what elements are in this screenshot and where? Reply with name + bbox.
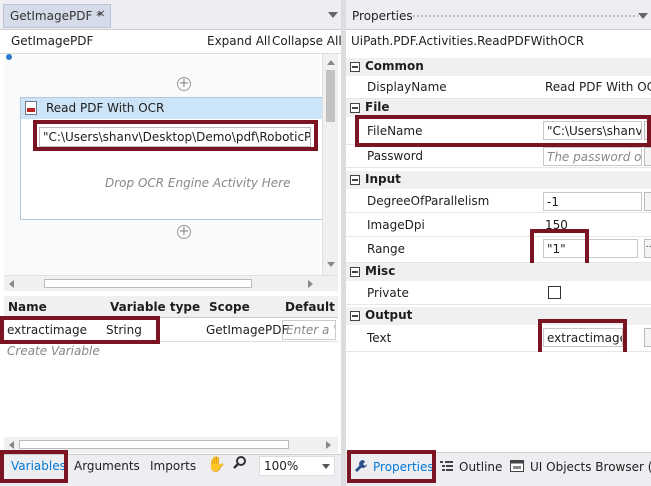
scroll-left-arrow-icon[interactable] — [9, 280, 14, 288]
displayname-value[interactable]: Read PDF With OCR — [545, 80, 651, 94]
password-label: Password — [367, 149, 424, 163]
property-displayname-row[interactable]: DisplayName Read PDF With OCR — [346, 76, 651, 99]
scroll-thumb[interactable] — [326, 70, 335, 122]
panel-dropdown-icon[interactable] — [638, 13, 648, 19]
add-activity-icon[interactable]: + — [177, 77, 191, 91]
password-browse-button[interactable] — [644, 147, 651, 166]
text-output-highlight — [538, 319, 627, 356]
tab-arguments[interactable]: Arguments — [74, 459, 140, 473]
tab-list-dropdown-icon[interactable] — [328, 12, 338, 18]
text-label: Text — [367, 331, 392, 345]
scroll-thumb-horizontal[interactable] — [44, 279, 252, 288]
activity-title: Read PDF With OCR — [46, 101, 165, 115]
text-browse-button[interactable] — [644, 328, 651, 347]
column-header-type[interactable]: Variable type — [110, 300, 200, 314]
category-misc-label: Misc — [365, 264, 396, 278]
property-imagedpi-row[interactable]: ImageDpi 150 — [346, 214, 651, 237]
displayname-label: DisplayName — [367, 80, 447, 94]
category-input[interactable]: Input — [346, 171, 651, 189]
password-input[interactable]: The password of : — [543, 147, 642, 166]
range-label: Range — [367, 242, 406, 256]
property-password-row[interactable]: Password The password of : — [346, 145, 651, 168]
column-header-name[interactable]: Name — [8, 300, 47, 314]
scroll-left-arrow-icon-vars[interactable] — [9, 441, 14, 449]
category-input-label: Input — [365, 172, 401, 186]
variable-scope-cell[interactable]: GetImagePDF — [206, 323, 288, 337]
designer-horizontal-scrollbar[interactable] — [4, 275, 338, 291]
parent-sequence-marker — [6, 54, 12, 60]
category-common[interactable]: Common — [346, 58, 651, 76]
scroll-thumb-vars[interactable] — [19, 440, 289, 449]
degree-label: DegreeOfParallelism — [367, 194, 490, 208]
category-file-label: File — [365, 100, 390, 114]
tab-outline[interactable]: Outline — [459, 460, 502, 474]
expand-all-link[interactable]: Expand All — [207, 34, 271, 48]
chevron-down-icon — [322, 464, 330, 469]
title-grip — [412, 14, 638, 18]
breadcrumb[interactable]: GetImagePDF — [11, 34, 93, 48]
category-misc[interactable]: Misc — [346, 263, 651, 281]
activity-header[interactable]: Read PDF With OCR — [21, 98, 326, 119]
tab-imports[interactable]: Imports — [150, 459, 196, 473]
variables-tab-highlight — [0, 450, 68, 483]
read-pdf-activity[interactable]: Read PDF With OCR "C:\Users\shanv\Deskto… — [20, 97, 326, 220]
pdf-file-icon-band — [27, 108, 35, 112]
scroll-down-arrow-icon[interactable] — [327, 262, 335, 267]
range-browse-button[interactable]: ... — [644, 239, 651, 258]
pan-hand-icon[interactable]: ✋ — [207, 455, 226, 473]
degree-input[interactable]: -1 — [543, 192, 642, 211]
outline-icon[interactable] — [440, 460, 453, 475]
drop-ocr-engine-zone[interactable]: Drop OCR Engine Activity Here — [105, 176, 291, 190]
designer-vertical-scrollbar[interactable] — [322, 54, 338, 275]
create-variable-link[interactable]: Create Variable — [7, 344, 100, 358]
property-degree-row[interactable]: DegreeOfParallelism -1 — [346, 190, 651, 213]
variable-row-highlight — [0, 316, 160, 344]
collapse-all-link[interactable]: Collapse All — [272, 34, 342, 48]
variables-header-row: Name Variable type Scope Default — [4, 296, 338, 318]
variable-default-input[interactable]: Enter a VB — [282, 320, 336, 340]
tab-ui-objects-browser[interactable]: UI Objects Browser (Ex — [530, 460, 651, 474]
zoom-magnifier-icon[interactable] — [233, 455, 246, 469]
scroll-right-arrow-icon-vars[interactable] — [326, 441, 331, 449]
private-checkbox[interactable] — [548, 286, 561, 299]
range-highlight — [530, 229, 589, 267]
add-activity-icon-bottom[interactable]: + — [177, 225, 191, 239]
column-header-scope[interactable]: Scope — [209, 300, 250, 314]
private-label: Private — [367, 286, 409, 300]
imagedpi-label: ImageDpi — [367, 218, 425, 232]
zoom-value: 100% — [264, 459, 299, 473]
degree-browse-button[interactable] — [644, 192, 651, 211]
document-tab-title: GetImagePDF * — [10, 9, 103, 23]
zoom-select[interactable]: 100% — [259, 456, 335, 476]
property-private-row[interactable]: Private — [346, 282, 651, 305]
properties-panel-title: Properties — [352, 9, 413, 23]
property-range-row[interactable]: Range "1" ... — [346, 236, 651, 263]
close-icon[interactable]: ✕ — [97, 9, 105, 20]
properties-title-bar: Properties — [346, 0, 651, 30]
properties-empty-area — [346, 352, 651, 452]
category-output-label: Output — [365, 308, 413, 322]
filename-highlight — [33, 120, 318, 151]
ui-objects-icon[interactable] — [510, 460, 524, 475]
column-header-default[interactable]: Default — [285, 300, 335, 314]
category-common-label: Common — [365, 59, 424, 73]
properties-tab-highlight — [347, 450, 436, 483]
document-tab[interactable]: GetImagePDF * ✕ — [3, 4, 111, 28]
filename-property-highlight — [355, 115, 651, 147]
activity-type-label: UiPath.PDF.Activities.ReadPDFWithOCR — [351, 34, 585, 48]
designer-header: GetImagePDF Expand All Collapse All — [0, 30, 342, 54]
scroll-up-arrow-icon[interactable] — [327, 60, 335, 65]
scroll-right-arrow-icon[interactable] — [308, 280, 313, 288]
